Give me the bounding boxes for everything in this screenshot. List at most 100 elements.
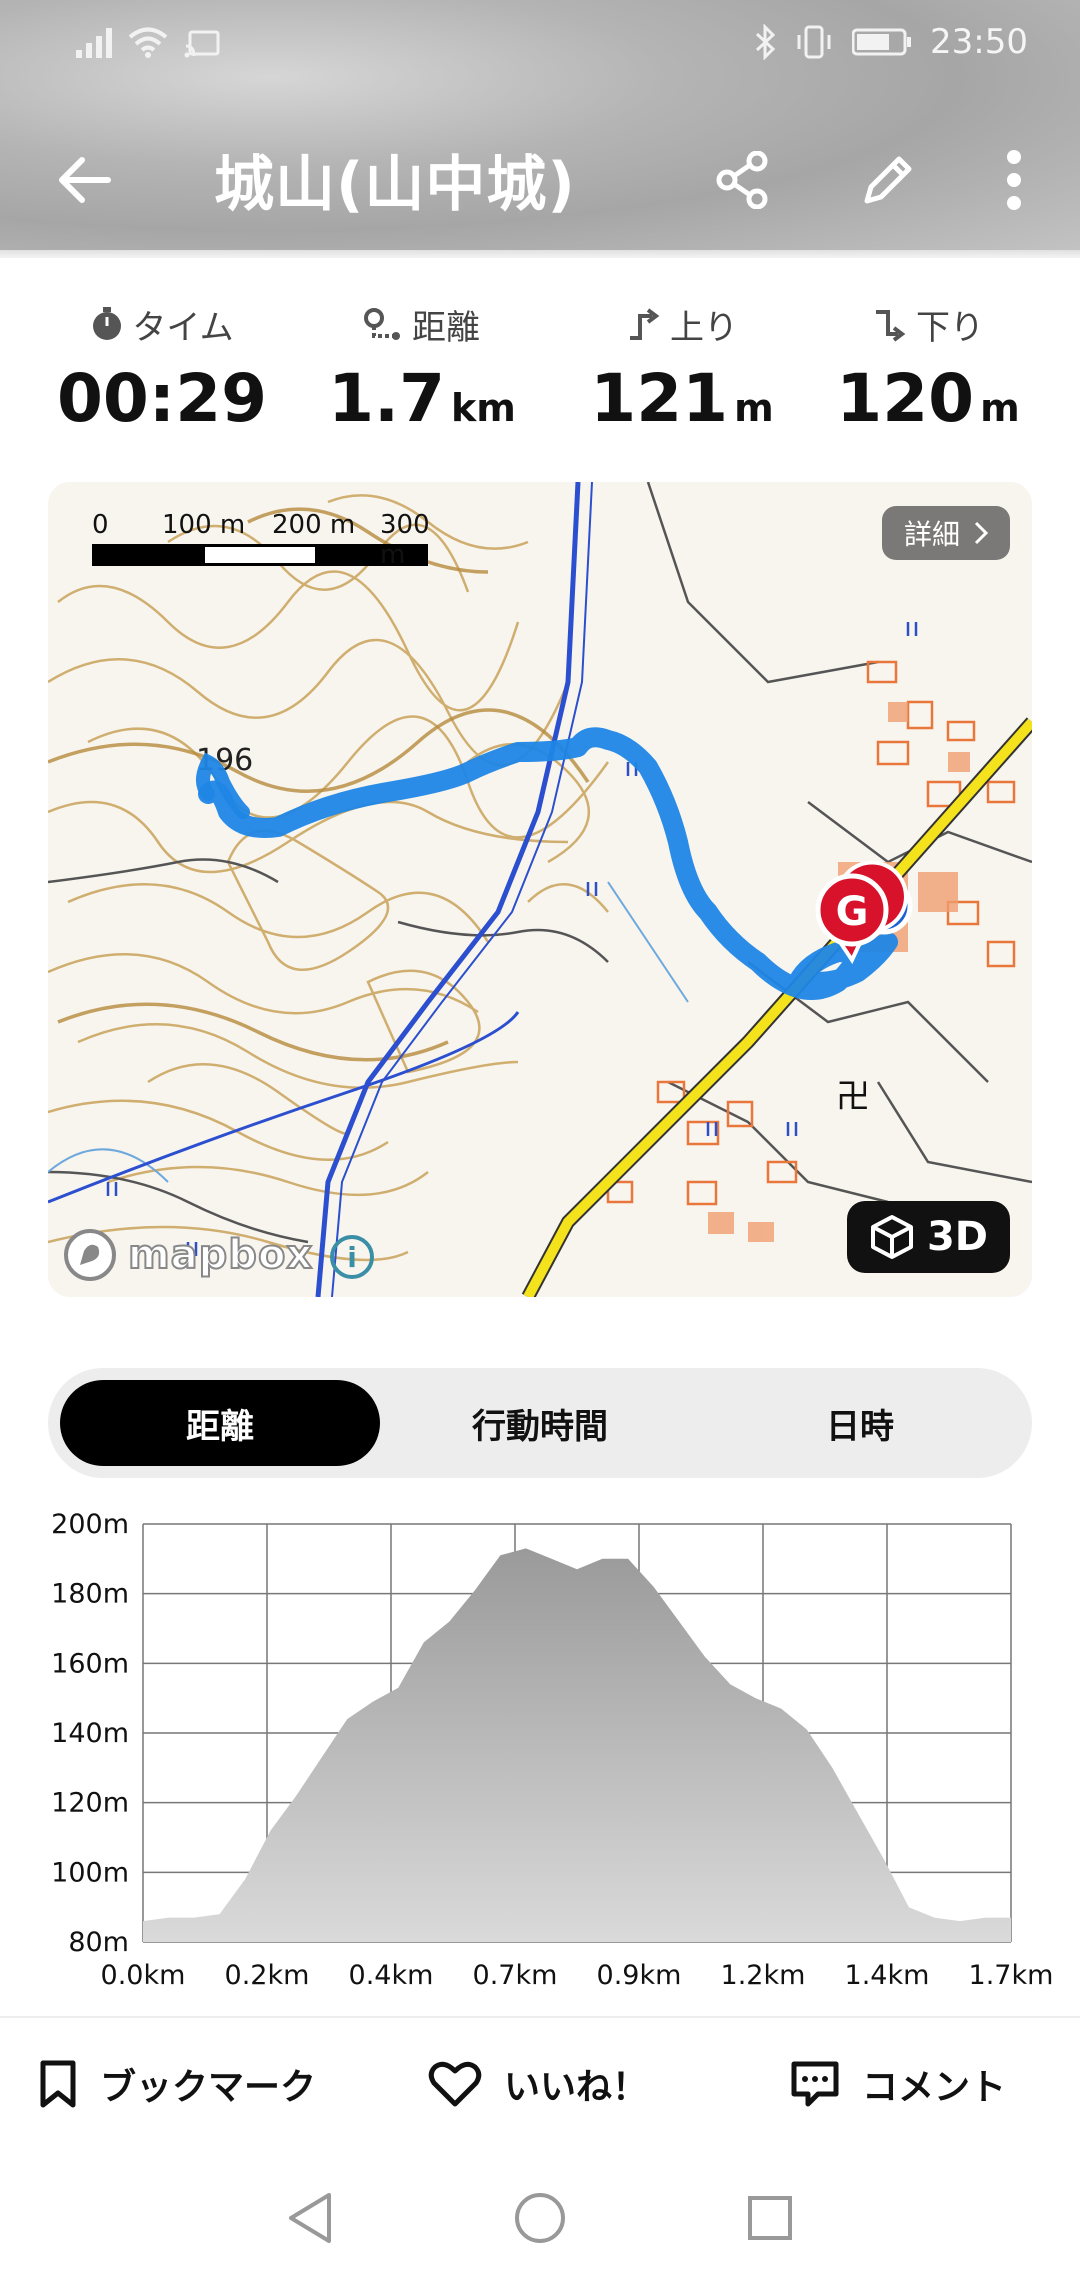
vibrate-icon [797,25,831,59]
tab-datetime[interactable]: 日時 [700,1380,1020,1466]
cast-icon [184,30,220,58]
y-tick-label: 180m [51,1579,129,1610]
back-arrow-icon [59,157,111,203]
goal-marker-label: G [836,889,869,935]
x-tick-label: 0.7km [473,1960,558,1991]
bookmark-icon [40,2060,76,2108]
share-icon [716,151,768,209]
nav-back-button[interactable] [280,2188,340,2248]
elevation-chart[interactable]: 80m 100m 120m 140m 160m 180m 200m 0.0km 0.2km 0.4… [0,1500,1080,2000]
status-time: 23:50 [930,22,1028,62]
pencil-icon [864,156,912,204]
stat-ascent-unit: m [734,386,774,430]
y-tick-label: 200m [51,1509,129,1540]
tab-moving-time[interactable]: 行動時間 [380,1380,700,1466]
bookmark-button[interactable]: ブックマーク [38,2058,316,2110]
y-tick-label: 100m [51,1857,129,1888]
share-button[interactable] [704,142,780,218]
app-header: 23:50 城山(山中城) [0,0,1080,258]
route-map[interactable]: 卍 196 G 0 100 m 200 m 300 m 詳細 mapbox i … [48,482,1032,1297]
map-3d-label: 3D [926,1214,988,1260]
route-icon [364,308,400,340]
chart-axis-selector: 距離 行動時間 日時 [48,1368,1032,1478]
ascent-icon [630,308,660,340]
stat-descent-value: 120 [836,360,975,437]
stopwatch-icon [93,307,122,340]
map-detail-label: 詳細 [903,518,960,551]
battery-icon [852,28,912,56]
y-tick-label: 140m [51,1718,129,1749]
activity-stats: タイム 00:29 距離 1.7 km 上り 121 m 下り 120 m [0,300,1080,450]
cube-icon [870,1215,913,1259]
tab-distance[interactable]: 距離 [60,1380,380,1466]
nav-home-icon [515,2193,565,2243]
more-button[interactable] [976,142,1052,218]
x-tick-label: 0.4km [349,1960,434,1991]
stat-descent: 下り 120 m [808,300,1048,438]
elevation-area [143,1548,1011,1942]
x-tick-label: 1.4km [845,1960,930,1991]
like-label: いいね！ [504,2067,649,2108]
nav-recents-button[interactable] [740,2188,800,2248]
bluetooth-icon [755,24,776,60]
comment-label: コメント [862,2067,1007,2108]
map-attribution-button[interactable]: i [330,1235,374,1279]
scale-label-0: 0 [92,510,109,540]
scale-bar [92,544,428,566]
nav-back-icon [289,2193,331,2243]
y-tick-label: 160m [51,1648,129,1679]
scale-label-100: 100 m [162,510,246,540]
y-tick-label: 80m [68,1927,129,1958]
stat-ascent-value: 121 [590,360,729,437]
stat-distance: 距離 1.7 km [302,300,542,438]
stat-ascent-label: 上り [670,307,738,348]
x-tick-label: 0.2km [225,1960,310,1991]
status-icons-left [76,26,220,58]
comment-icon [791,2061,839,2107]
y-tick-label: 120m [51,1788,129,1819]
x-tick-label: 0.9km [597,1960,682,1991]
like-button[interactable]: いいね！ [428,2058,648,2110]
bookmark-label: ブックマーク [100,2067,317,2108]
stat-distance-value: 1.7 [328,360,446,437]
stat-time-label: タイム [132,307,234,348]
chevron-right-icon [974,521,988,545]
x-tick-label: 1.7km [969,1960,1054,1991]
edit-button[interactable] [850,142,926,218]
topographic-map[interactable]: 卍 196 G [48,482,1032,1297]
stat-descent-unit: m [980,386,1020,430]
map-3d-button[interactable]: 3D [846,1201,1010,1273]
status-bar: 23:50 [0,0,1080,90]
system-nav-bar [0,2150,1080,2280]
back-button[interactable] [46,142,122,218]
stat-time-value: 00:29 [56,360,268,437]
nav-home-button[interactable] [510,2188,570,2248]
wifi-icon [128,27,168,58]
info-icon: i [347,1240,357,1274]
bottom-action-bar: ブックマーク いいね！ コメント [0,2016,1080,2152]
nav-recents-icon [748,2196,792,2240]
status-icons-right: 23:50 [754,22,1028,62]
elevation-chart-svg: 80m 100m 120m 140m 160m 180m 200m 0.0km 0.2km 0.4… [51,1509,1054,1991]
descent-icon [876,310,906,342]
heart-icon [428,2061,482,2107]
map-detail-button[interactable]: 詳細 [881,506,1010,560]
stat-distance-label: 距離 [412,307,480,348]
stat-ascent: 上り 121 m [562,300,802,438]
mapbox-logo[interactable]: mapbox [62,1227,313,1283]
comment-button[interactable]: コメント [790,2058,1006,2110]
map-scale: 0 100 m 200 m 300 m [92,510,452,570]
stat-time: タイム 00:29 [42,300,282,437]
page-title: 城山(山中城) [214,150,576,220]
mapbox-wordmark: mapbox [127,1231,314,1279]
scale-label-200: 200 m [272,510,356,540]
scale-label-300: 300 m [380,510,430,570]
mapbox-icon [64,1229,116,1281]
more-vertical-icon [1007,150,1021,210]
stat-descent-label: 下り [916,307,984,348]
svg-text:卍: 卍 [836,1077,870,1117]
stat-distance-unit: km [451,386,516,430]
x-tick-label: 0.0km [101,1960,186,1991]
signal-icon [76,28,112,58]
x-tick-label: 1.2km [721,1960,806,1991]
